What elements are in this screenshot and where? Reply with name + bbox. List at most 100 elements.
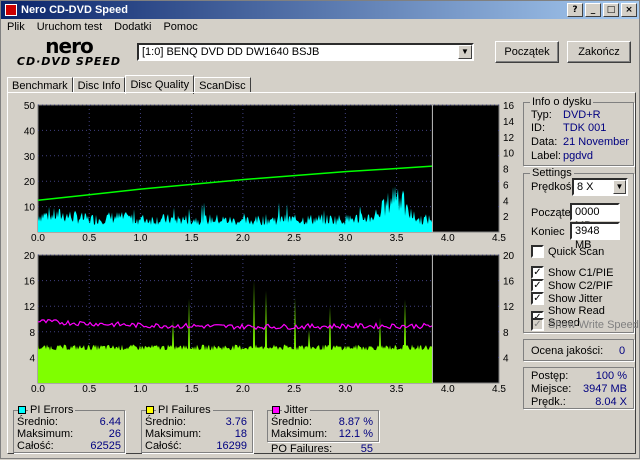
x-tick-label: 3.0 bbox=[338, 233, 352, 244]
info-type-label: Typ: bbox=[531, 109, 552, 121]
y-right-tick-label: 12 bbox=[503, 302, 515, 313]
jitter-max-value: 12.1 % bbox=[338, 428, 373, 440]
y-right-tick-label: 16 bbox=[503, 277, 515, 288]
pi-errors-total-value: 62525 bbox=[90, 440, 121, 452]
check-icon: ✓ bbox=[531, 292, 544, 305]
y-left-tick-label: 50 bbox=[24, 101, 36, 112]
y-left-tick-label: 12 bbox=[24, 302, 36, 313]
position-label: Miejsce: bbox=[531, 383, 572, 395]
x-tick-label: 3.5 bbox=[390, 233, 404, 244]
x-tick-label: 1.5 bbox=[185, 233, 199, 244]
settings-title: Settings bbox=[530, 167, 574, 179]
jitter-max-label: Maksimum: bbox=[271, 428, 328, 440]
y-left-tick-label: 20 bbox=[24, 251, 36, 262]
pi-failures-title: PI Failures bbox=[156, 404, 213, 416]
pi-failures-swatch bbox=[146, 406, 154, 414]
x-tick-label: 1.5 bbox=[185, 384, 199, 395]
y-left-tick-label: 16 bbox=[24, 277, 36, 288]
pi-errors-max-label: Maksimum: bbox=[17, 428, 74, 440]
y-right-tick-label: 8 bbox=[503, 165, 509, 176]
x-tick-label: 0.0 bbox=[31, 233, 45, 244]
info-date-value: 21 November bbox=[563, 136, 630, 148]
checkbox-label: Show Jitter bbox=[548, 292, 603, 305]
checkbox-label: Show Write Speed bbox=[548, 318, 639, 331]
pi-failures-max-value: 18 bbox=[234, 428, 247, 440]
y-right-tick-label: 4 bbox=[503, 353, 509, 364]
unscanned-region bbox=[432, 256, 498, 382]
progress-label: Postęp: bbox=[531, 370, 569, 382]
show-jitter-checkbox[interactable]: ✓ Show Jitter bbox=[531, 292, 602, 305]
x-tick-label: 2.0 bbox=[236, 384, 250, 395]
check-icon: ✓ bbox=[531, 279, 544, 292]
y-left-tick-label: 4 bbox=[29, 353, 35, 364]
speed-label: Prędkość bbox=[531, 181, 577, 193]
check-icon: ✓ bbox=[531, 266, 544, 279]
unscanned-region bbox=[432, 106, 498, 231]
x-tick-label: 0.5 bbox=[82, 233, 96, 244]
end-label: Koniec bbox=[531, 226, 565, 238]
x-tick-label: 3.0 bbox=[338, 384, 352, 395]
jitter-avg-label: Średnio: bbox=[271, 416, 312, 428]
x-tick-label: 1.0 bbox=[133, 384, 147, 395]
y-right-tick-label: 10 bbox=[503, 149, 515, 160]
pi-errors-title: PI Errors bbox=[28, 404, 76, 416]
pi-errors-avg-value: 6.44 bbox=[99, 416, 121, 428]
chevron-down-icon[interactable]: ▼ bbox=[613, 180, 626, 194]
show-c1-pie-checkbox[interactable]: ✓ Show C1/PIE bbox=[531, 266, 613, 279]
quality-label: Ocena jakości: bbox=[531, 345, 604, 357]
pi-failures-avg-label: Średnio: bbox=[145, 416, 186, 428]
info-label-value: pgdvd bbox=[563, 150, 593, 162]
progress-value: 100 % bbox=[595, 370, 627, 382]
speed-read-value: 8.04 X bbox=[595, 396, 627, 408]
x-tick-label: 2.0 bbox=[236, 233, 250, 244]
plot-area bbox=[37, 104, 500, 233]
speed-select[interactable]: 8 X ▼ bbox=[572, 178, 628, 196]
y-right-tick-label: 2 bbox=[503, 212, 509, 223]
show-c2-pif-checkbox[interactable]: ✓ Show C2/PIF bbox=[531, 279, 613, 292]
pi-failures-avg-value: 3.76 bbox=[225, 416, 247, 428]
x-tick-label: 0.5 bbox=[82, 384, 96, 395]
y-right-tick-label: 4 bbox=[503, 196, 509, 207]
pi-errors-avg-label: Średnio: bbox=[17, 416, 58, 428]
info-label-label: Label: bbox=[531, 150, 561, 162]
pi-errors-swatch bbox=[18, 406, 26, 414]
y-right-tick-label: 6 bbox=[503, 180, 509, 191]
checkbox-label: Show C2/PIF bbox=[548, 279, 613, 292]
speed-value: 8 X bbox=[577, 181, 594, 193]
y-left-tick-label: 20 bbox=[24, 177, 36, 188]
jitter-title: Jitter bbox=[282, 404, 310, 416]
y-right-tick-label: 8 bbox=[503, 328, 509, 339]
y-right-tick-label: 20 bbox=[503, 251, 515, 262]
position-value: 3947 MB bbox=[582, 383, 627, 395]
pi-failures-total-value: 16299 bbox=[216, 440, 247, 452]
info-id-label: ID: bbox=[531, 122, 546, 134]
x-tick-label: 4.5 bbox=[492, 233, 506, 244]
pi-errors-total-label: Całość: bbox=[17, 440, 54, 452]
po-failures-value: 55 bbox=[360, 443, 373, 455]
x-tick-label: 4.5 bbox=[492, 384, 506, 395]
y-right-tick-label: 16 bbox=[503, 101, 515, 112]
start-field[interactable]: 0000 MB bbox=[570, 203, 620, 232]
checkbox-box bbox=[531, 245, 544, 258]
x-tick-label: 4.0 bbox=[441, 384, 455, 395]
checkbox-label: Quick Scan bbox=[548, 245, 605, 258]
y-left-tick-label: 40 bbox=[24, 126, 36, 137]
pi-failures-max-label: Maksimum: bbox=[145, 428, 202, 440]
quality-value: 0 bbox=[619, 345, 626, 357]
info-date-label: Data: bbox=[531, 136, 558, 148]
info-id-value: TDK 001 bbox=[563, 122, 607, 134]
jitter-swatch bbox=[272, 406, 280, 414]
y-left-tick-label: 10 bbox=[24, 203, 36, 214]
x-tick-label: 2.5 bbox=[287, 384, 301, 395]
pi-failures-chart: 20 16 12 8 4 20 16 12 8 4 0.0 0.5 1.0 1.5 2.0 2.5 3.0 3.5… bbox=[24, 251, 515, 395]
end-field[interactable]: 3948 MB bbox=[570, 222, 620, 251]
speed-read-label: Prędk.: bbox=[531, 396, 566, 408]
y-left-tick-label: 30 bbox=[24, 152, 36, 163]
x-tick-label: 3.5 bbox=[390, 384, 404, 395]
quick-scan-checkbox[interactable]: Quick Scan bbox=[531, 245, 604, 258]
pi-errors-chart: 50 40 30 20 10 16 14 12 10 8 6 4 2 0.0 0.5 1.0 1.5 2.0 2.5… bbox=[24, 101, 515, 244]
check-icon: ✓ bbox=[531, 318, 544, 331]
y-right-tick-label: 14 bbox=[503, 117, 515, 128]
checkbox-label: Show C1/PIE bbox=[548, 266, 614, 279]
x-tick-label: 2.5 bbox=[287, 233, 301, 244]
